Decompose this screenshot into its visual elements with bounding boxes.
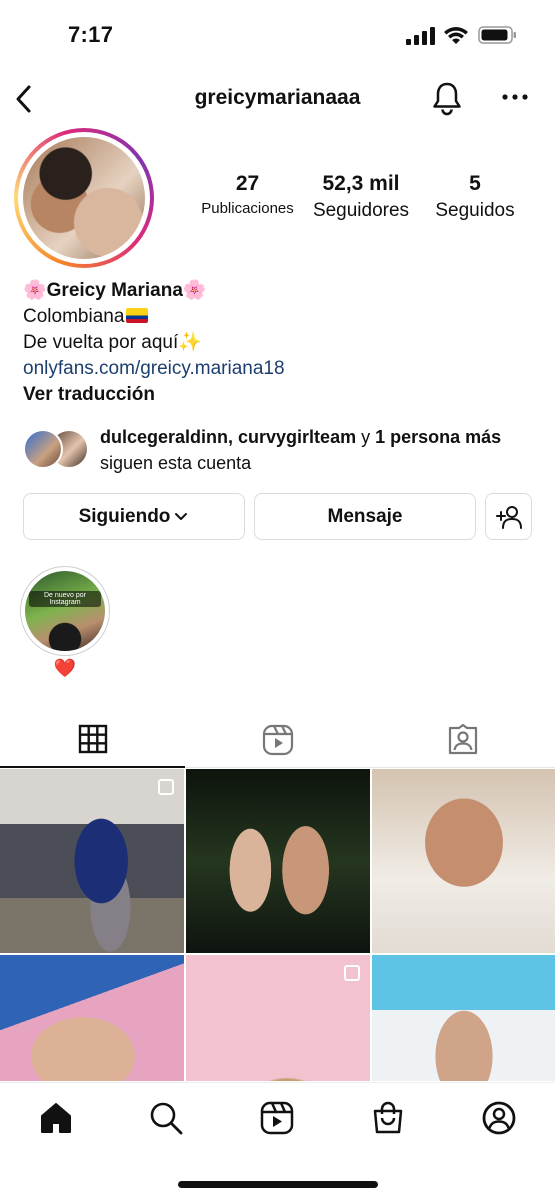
profile-header: greicymarianaaa bbox=[0, 72, 555, 126]
carousel-icon bbox=[158, 779, 174, 795]
highlight-cover-text: De nuevo por Instagram bbox=[29, 591, 101, 607]
following-label: Seguidos bbox=[435, 200, 515, 221]
mutual-avatar bbox=[23, 429, 63, 469]
mutual-followers[interactable]: dulcegeraldinn, curvygirlteam y 1 person… bbox=[23, 424, 543, 476]
highlight-title: ❤️ bbox=[53, 658, 77, 678]
nav-search[interactable] bbox=[148, 1100, 184, 1136]
reels-icon bbox=[262, 724, 293, 756]
bio-line-nationality: Colombiana bbox=[23, 304, 533, 330]
bell-icon bbox=[433, 82, 461, 116]
nav-reels[interactable] bbox=[259, 1100, 295, 1136]
post-thumbnail[interactable] bbox=[0, 769, 184, 953]
wifi-icon bbox=[444, 27, 468, 44]
posts-stat[interactable]: 27 Publicaciones bbox=[190, 172, 305, 217]
more-options-button[interactable] bbox=[500, 82, 530, 112]
followers-stat[interactable]: 52,3 mil Seguidores bbox=[305, 172, 417, 222]
reels-icon bbox=[260, 1101, 294, 1135]
add-person-icon bbox=[495, 505, 522, 529]
followers-label: Seguidores bbox=[312, 200, 410, 221]
suggest-people-button[interactable] bbox=[485, 493, 532, 540]
shop-icon bbox=[373, 1101, 403, 1134]
nav-shop[interactable] bbox=[370, 1100, 406, 1136]
home-indicator bbox=[178, 1181, 378, 1188]
highlight-cover: De nuevo por Instagram bbox=[25, 571, 105, 651]
profile-avatar[interactable] bbox=[14, 128, 154, 268]
following-stat[interactable]: 5 Seguidos bbox=[425, 172, 525, 222]
profile-icon bbox=[482, 1101, 516, 1135]
chevron-down-icon bbox=[175, 512, 188, 520]
posts-grid bbox=[0, 769, 555, 1081]
profile-username: greicymarianaaa bbox=[194, 86, 361, 109]
posts-label: Publicaciones bbox=[201, 200, 294, 217]
story-highlight[interactable]: De nuevo por Instagram ❤️ bbox=[20, 566, 110, 679]
more-icon bbox=[502, 94, 528, 100]
mutual-followers-text: dulcegeraldinn, curvygirlteam y 1 person… bbox=[100, 427, 502, 473]
display-name: 🌸Greicy Mariana🌸 bbox=[23, 280, 207, 301]
notifications-button[interactable] bbox=[430, 80, 464, 116]
profile-tabs bbox=[0, 712, 555, 768]
tab-reels[interactable] bbox=[185, 712, 370, 768]
message-button[interactable]: Mensaje bbox=[254, 493, 476, 540]
bio-link[interactable]: onlyfans.com/greicy.mariana18 bbox=[23, 356, 533, 382]
followers-count: 52,3 mil bbox=[322, 172, 400, 195]
following-button[interactable]: Siguiendo bbox=[23, 493, 245, 540]
translate-link[interactable]: Ver traducción bbox=[23, 382, 533, 408]
bio-line-status: De vuelta por aquí✨ bbox=[23, 332, 202, 353]
home-icon bbox=[41, 1103, 71, 1133]
bottom-nav bbox=[0, 1082, 555, 1162]
post-thumbnail[interactable] bbox=[186, 769, 370, 953]
posts-count: 27 bbox=[235, 172, 260, 195]
post-thumbnail[interactable] bbox=[186, 955, 370, 1081]
tab-tagged[interactable] bbox=[370, 712, 555, 768]
avatar-image bbox=[23, 137, 145, 259]
grid-icon bbox=[78, 724, 107, 754]
nav-profile[interactable] bbox=[481, 1100, 517, 1136]
post-thumbnail[interactable] bbox=[372, 955, 555, 1081]
status-bar: 7:17 bbox=[0, 0, 555, 70]
battery-icon bbox=[478, 26, 516, 44]
profile-stats: 27 Publicaciones 52,3 mil Seguidores 5 S… bbox=[190, 172, 530, 232]
profile-bio: 🌸Greicy Mariana🌸 Colombiana De vuelta po… bbox=[23, 278, 533, 408]
search-icon bbox=[150, 1102, 183, 1135]
nav-home[interactable] bbox=[38, 1100, 74, 1136]
post-thumbnail[interactable] bbox=[372, 769, 555, 953]
tab-posts-grid[interactable] bbox=[0, 712, 185, 768]
colombia-flag-icon bbox=[126, 308, 149, 323]
carousel-icon bbox=[344, 965, 360, 981]
signal-icon bbox=[406, 27, 435, 45]
status-time: 7:17 bbox=[68, 22, 114, 47]
tagged-icon bbox=[448, 724, 477, 755]
following-count: 5 bbox=[469, 172, 481, 195]
post-thumbnail[interactable] bbox=[0, 955, 184, 1081]
